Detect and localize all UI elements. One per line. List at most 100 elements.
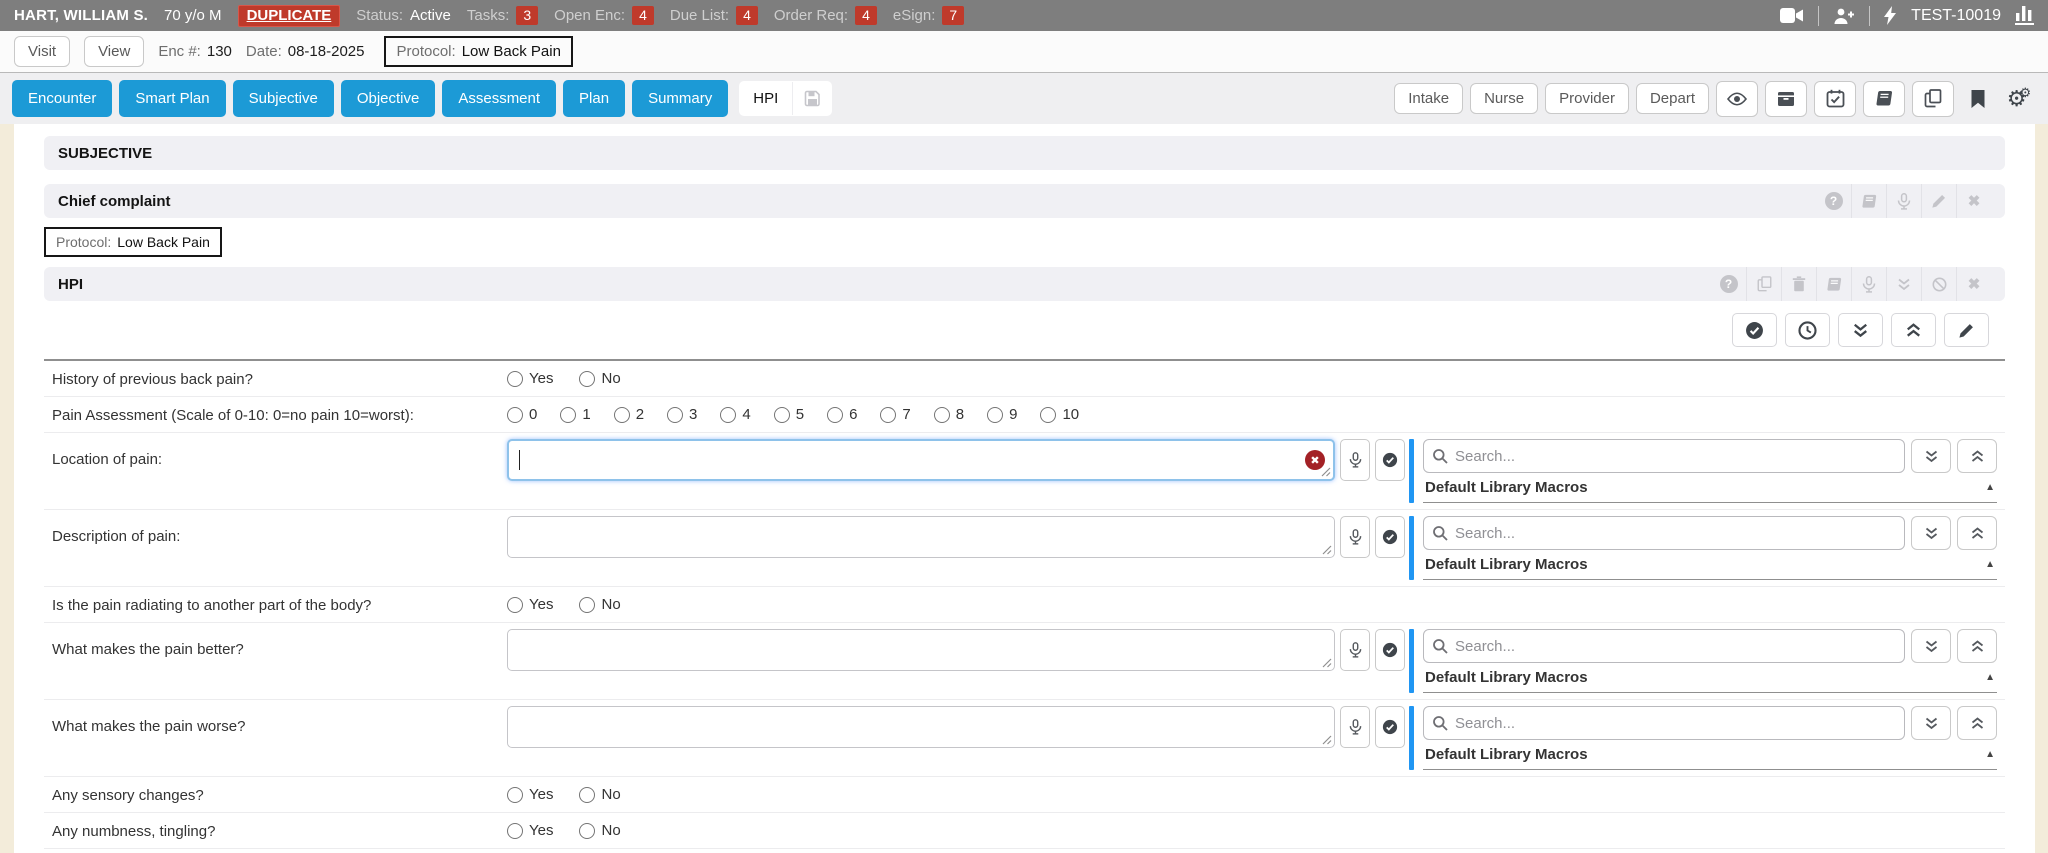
macro-collapse-button[interactable] xyxy=(1957,629,1997,663)
tab-encounter[interactable]: Encounter xyxy=(12,80,112,117)
macro-library-header[interactable]: Default Library Macros ▲ xyxy=(1423,477,1997,503)
confirm-check-button[interactable] xyxy=(1375,629,1405,671)
protocol-box-note[interactable]: Protocol: Low Back Pain xyxy=(44,227,222,257)
duplicate-badge[interactable]: DUPLICATE xyxy=(238,5,341,27)
help-icon[interactable]: ? xyxy=(1711,267,1746,301)
collapse-triangle-icon[interactable]: ▲ xyxy=(1985,482,1995,493)
dictate-microphone-button[interactable] xyxy=(1340,629,1370,671)
due-list-count-badge[interactable]: 4 xyxy=(736,6,758,25)
macro-library-header[interactable]: Default Library Macros ▲ xyxy=(1423,554,1997,580)
doc-tab-hpi[interactable]: HPI xyxy=(739,81,832,116)
library-book-icon[interactable] xyxy=(1851,184,1886,218)
visit-button[interactable]: Visit xyxy=(14,36,70,67)
macro-expand-button[interactable] xyxy=(1911,629,1951,663)
history-yes-radio[interactable] xyxy=(507,371,523,387)
esign-counter[interactable]: eSign: 7 xyxy=(893,6,964,25)
calendar-check-button[interactable] xyxy=(1814,81,1856,117)
library-book-icon[interactable] xyxy=(1816,267,1851,301)
view-button[interactable]: View xyxy=(84,36,144,67)
tab-plan[interactable]: Plan xyxy=(563,80,625,117)
order-req-counter[interactable]: Order Req: 4 xyxy=(774,6,877,25)
pain-scale-0-radio[interactable] xyxy=(507,407,523,423)
video-camera-icon[interactable] xyxy=(1780,7,1804,24)
trash-icon[interactable] xyxy=(1781,267,1816,301)
preview-eye-button[interactable] xyxy=(1716,81,1758,117)
dictate-microphone-button[interactable] xyxy=(1340,706,1370,748)
macro-search-input[interactable] xyxy=(1423,516,1905,550)
macro-collapse-button[interactable] xyxy=(1957,439,1997,473)
description-of-pain-input[interactable] xyxy=(507,516,1335,558)
macro-search-input[interactable] xyxy=(1423,706,1905,740)
bookmark-icon[interactable] xyxy=(1961,81,1995,117)
pain-scale-7-radio[interactable] xyxy=(880,407,896,423)
tab-subjective[interactable]: Subjective xyxy=(233,80,334,117)
microphone-icon[interactable] xyxy=(1886,184,1921,218)
chart-icon[interactable] xyxy=(2015,6,2034,25)
collapse-triangle-icon[interactable]: ▲ xyxy=(1985,749,1995,760)
tab-summary[interactable]: Summary xyxy=(632,80,728,117)
archive-box-button[interactable] xyxy=(1765,81,1807,117)
pain-scale-10-radio[interactable] xyxy=(1040,407,1056,423)
pain-scale-3-radio[interactable] xyxy=(667,407,683,423)
doc-tab-label[interactable]: HPI xyxy=(739,81,792,116)
pain-scale-4-radio[interactable] xyxy=(720,407,736,423)
pain-better-input[interactable] xyxy=(507,629,1335,671)
radiating-no-radio[interactable] xyxy=(579,597,595,613)
tab-smart-plan[interactable]: Smart Plan xyxy=(119,80,225,117)
sensory-yes-radio[interactable] xyxy=(507,787,523,803)
stage-nurse-button[interactable]: Nurse xyxy=(1470,83,1538,114)
copy-pages-button[interactable] xyxy=(1912,81,1954,117)
tasks-count-badge[interactable]: 3 xyxy=(516,6,538,25)
history-clock-button[interactable] xyxy=(1785,313,1830,347)
tab-assessment[interactable]: Assessment xyxy=(442,80,556,117)
location-of-pain-input[interactable]: ✖ xyxy=(507,439,1335,481)
edit-pencil-icon[interactable] xyxy=(1921,184,1956,218)
tab-objective[interactable]: Objective xyxy=(341,80,436,117)
due-list-counter[interactable]: Due List: 4 xyxy=(670,6,758,25)
macro-expand-button[interactable] xyxy=(1911,439,1951,473)
sensory-no-radio[interactable] xyxy=(579,787,595,803)
history-no-radio[interactable] xyxy=(579,371,595,387)
settings-gears-icon[interactable]: ⚙⚙ xyxy=(2002,81,2036,117)
person-add-icon[interactable] xyxy=(1833,7,1855,25)
journal-book-button[interactable] xyxy=(1863,81,1905,117)
order-req-count-badge[interactable]: 4 xyxy=(855,6,877,25)
collapse-all-button[interactable] xyxy=(1891,313,1936,347)
stage-depart-button[interactable]: Depart xyxy=(1636,83,1709,114)
numbness-yes-radio[interactable] xyxy=(507,823,523,839)
tasks-counter[interactable]: Tasks: 3 xyxy=(467,6,538,25)
macro-collapse-button[interactable] xyxy=(1957,706,1997,740)
numbness-no-radio[interactable] xyxy=(579,823,595,839)
dictate-microphone-button[interactable] xyxy=(1340,439,1370,481)
pain-scale-5-radio[interactable] xyxy=(774,407,790,423)
confirm-check-button[interactable] xyxy=(1375,516,1405,558)
collapse-triangle-icon[interactable]: ▲ xyxy=(1985,559,1995,570)
close-icon[interactable]: ✖ xyxy=(1956,267,1991,301)
pain-worse-input[interactable] xyxy=(507,706,1335,748)
help-icon[interactable]: ? xyxy=(1816,184,1851,218)
pain-scale-8-radio[interactable] xyxy=(934,407,950,423)
stage-intake-button[interactable]: Intake xyxy=(1394,83,1463,114)
confirm-check-button[interactable] xyxy=(1375,439,1405,481)
expand-all-button[interactable] xyxy=(1838,313,1883,347)
confirm-check-button[interactable] xyxy=(1375,706,1405,748)
esign-count-badge[interactable]: 7 xyxy=(942,6,964,25)
macro-collapse-button[interactable] xyxy=(1957,516,1997,550)
collapse-triangle-icon[interactable]: ▲ xyxy=(1985,672,1995,683)
disable-ban-icon[interactable] xyxy=(1921,267,1956,301)
macro-search-input[interactable] xyxy=(1423,439,1905,473)
macro-expand-button[interactable] xyxy=(1911,706,1951,740)
macro-expand-button[interactable] xyxy=(1911,516,1951,550)
close-icon[interactable]: ✖ xyxy=(1956,184,1991,218)
protocol-box-header[interactable]: Protocol: Low Back Pain xyxy=(384,36,572,67)
pain-scale-2-radio[interactable] xyxy=(614,407,630,423)
macro-library-header[interactable]: Default Library Macros ▲ xyxy=(1423,744,1997,770)
save-icon[interactable] xyxy=(792,82,832,115)
lightning-icon[interactable] xyxy=(1884,6,1897,25)
stage-provider-button[interactable]: Provider xyxy=(1545,83,1629,114)
collapse-double-chevron-icon[interactable] xyxy=(1886,267,1921,301)
pain-scale-1-radio[interactable] xyxy=(560,407,576,423)
radiating-yes-radio[interactable] xyxy=(507,597,523,613)
pain-scale-6-radio[interactable] xyxy=(827,407,843,423)
open-enc-counter[interactable]: Open Enc: 4 xyxy=(554,6,654,25)
